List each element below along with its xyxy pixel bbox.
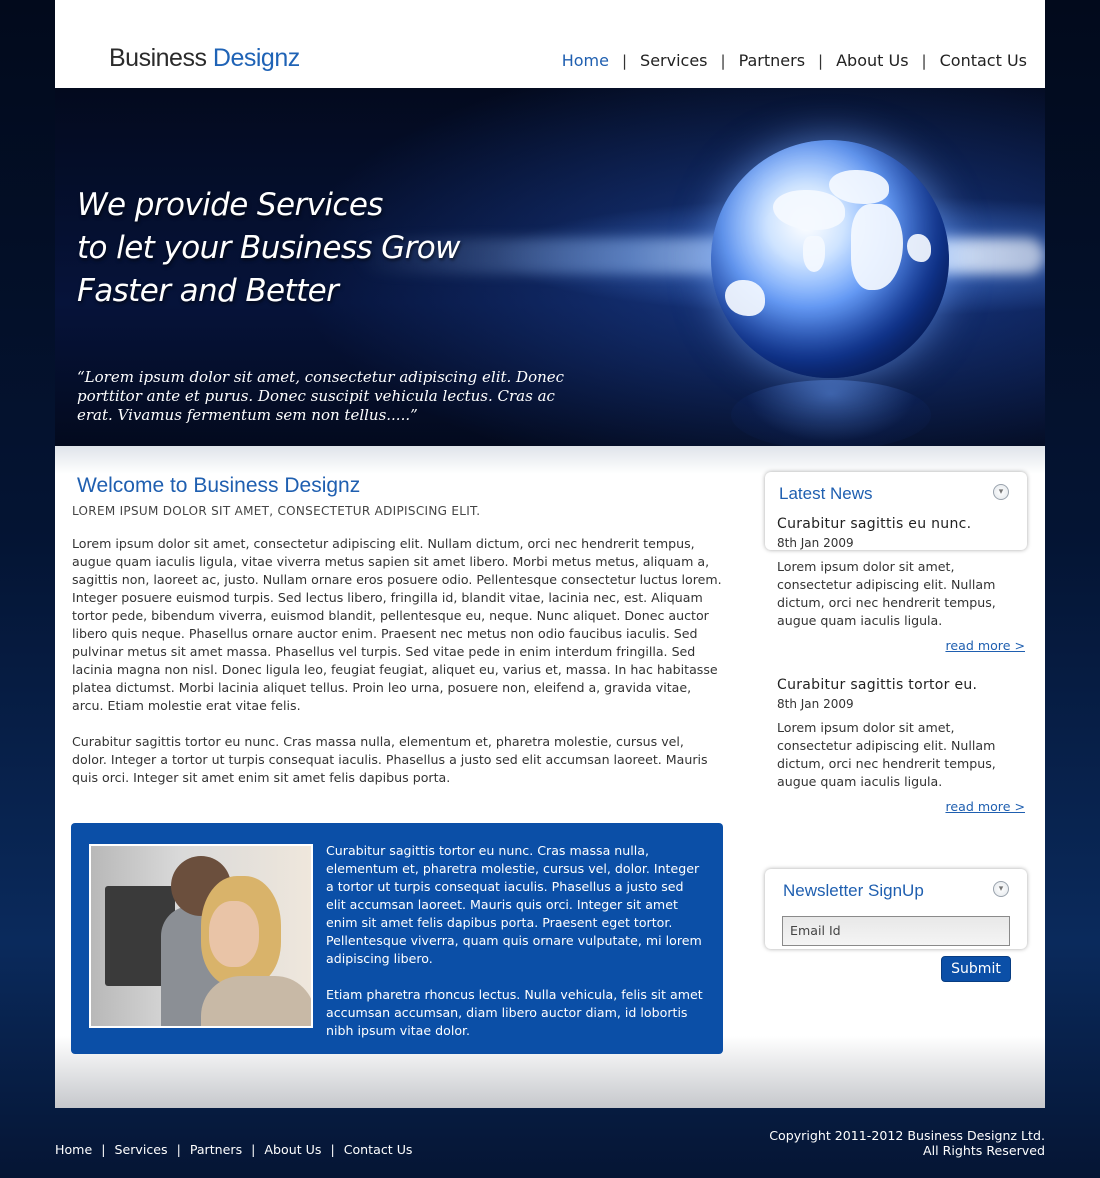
globe-land [725, 280, 765, 316]
banner-quote: “Lorem ipsum dolor sit amet, consectetur… [77, 368, 565, 424]
logo[interactable]: Business Designz [109, 44, 300, 73]
news-date: 8th Jan 2009 [777, 697, 854, 711]
globe-land [907, 234, 931, 262]
footer-nav-contact-us[interactable]: Contact Us [344, 1142, 413, 1157]
banner-headline: We provide Services to let your Business… [77, 184, 460, 313]
nav-separator: | [818, 51, 824, 70]
news-body: Lorem ipsum dolor sit amet, consectetur … [777, 559, 996, 628]
newsletter-title: Newsletter SignUp [783, 881, 924, 900]
footer-nav-partners[interactable]: Partners [190, 1142, 242, 1157]
feature-paragraph: Curabitur sagittis tortor eu nunc. Cras … [326, 843, 702, 966]
footer-nav: Home | Services | Partners | About Us | … [55, 1142, 412, 1157]
footer-separator: | [251, 1142, 256, 1157]
feature-box: Curabitur sagittis tortor eu nunc. Cras … [71, 823, 723, 1054]
feature-paragraph: Etiam pharetra rhoncus lectus. Nulla veh… [326, 987, 703, 1038]
hero-banner: We provide Services to let your Business… [55, 88, 1045, 446]
footer-separator: | [330, 1142, 335, 1157]
call-center-photo [89, 844, 313, 1028]
news-item: Curabitur sagittis tortor eu. 8th Jan 20… [777, 677, 1027, 814]
nav-services[interactable]: Services [640, 51, 707, 70]
rights-text: All Rights Reserved [923, 1143, 1045, 1158]
feature-text: Curabitur sagittis tortor eu nunc. Cras … [326, 842, 706, 1058]
footer: Home | Services | Partners | About Us | … [55, 1108, 1045, 1178]
body-paragraph: Curabitur sagittis tortor eu nunc. Cras … [72, 734, 708, 785]
submit-button[interactable]: Submit [941, 956, 1011, 982]
read-more-link[interactable]: read more > [777, 638, 1027, 653]
photo-person-body [201, 976, 311, 1026]
footer-separator: | [101, 1142, 106, 1157]
news-body: Lorem ipsum dolor sit amet, consectetur … [777, 720, 996, 789]
read-more-link[interactable]: read more > [777, 799, 1027, 814]
photo-person-face [209, 901, 259, 967]
footer-nav-services[interactable]: Services [114, 1142, 167, 1157]
copyright-text: Copyright 2011-2012 Business Designz Ltd… [769, 1128, 1045, 1143]
headline-line: to let your Business Grow [77, 230, 460, 266]
chevron-down-circle-icon[interactable]: ▾ [993, 484, 1009, 500]
page: Business Designz Home | Services | Partn… [55, 0, 1045, 1108]
nav-contact-us[interactable]: Contact Us [940, 51, 1027, 70]
nav-partners[interactable]: Partners [739, 51, 805, 70]
footer-nav-home[interactable]: Home [55, 1142, 92, 1157]
copyright: Copyright 2011-2012 Business Designz Ltd… [769, 1128, 1045, 1158]
welcome-body: Lorem ipsum dolor sit amet, consectetur … [72, 535, 722, 805]
globe-reflection [731, 380, 931, 446]
nav-separator: | [621, 51, 628, 70]
globe-land [803, 236, 825, 272]
headline-line: Faster and Better [77, 273, 339, 309]
welcome-subtitle: LOREM IPSUM DOLOR SIT AMET, CONSECTETUR … [72, 504, 481, 518]
globe-land [851, 204, 903, 290]
logo-part-2: Designz [212, 44, 300, 72]
email-input[interactable]: Email Id [782, 916, 1010, 946]
nav-home[interactable]: Home [562, 51, 609, 70]
logo-part-1: Business [109, 44, 207, 72]
nav-separator: | [921, 51, 927, 70]
news-title[interactable]: Curabitur sagittis eu nunc. [777, 516, 1027, 532]
nav-separator: | [720, 51, 726, 70]
headline-line: We provide Services [77, 187, 383, 223]
footer-nav-about-us[interactable]: About Us [264, 1142, 321, 1157]
body-paragraph: Lorem ipsum dolor sit amet, consectetur … [72, 536, 722, 713]
top-nav: Home | Services | Partners | About Us | … [562, 51, 1027, 70]
welcome-title: Welcome to Business Designz [77, 474, 361, 497]
news-item: Curabitur sagittis eu nunc. 8th Jan 2009… [777, 516, 1027, 653]
chevron-down-circle-icon[interactable]: ▾ [993, 881, 1009, 897]
news-title[interactable]: Curabitur sagittis tortor eu. [777, 677, 1027, 693]
header: Business Designz Home | Services | Partn… [55, 0, 1045, 88]
footer-separator: | [176, 1142, 181, 1157]
news-date: 8th Jan 2009 [777, 536, 854, 550]
main-content: Welcome to Business Designz LOREM IPSUM … [55, 446, 1045, 1108]
globe-image [711, 140, 949, 378]
globe-land [773, 190, 845, 230]
latest-news-title: Latest News [779, 484, 873, 503]
nav-about-us[interactable]: About Us [836, 51, 908, 70]
